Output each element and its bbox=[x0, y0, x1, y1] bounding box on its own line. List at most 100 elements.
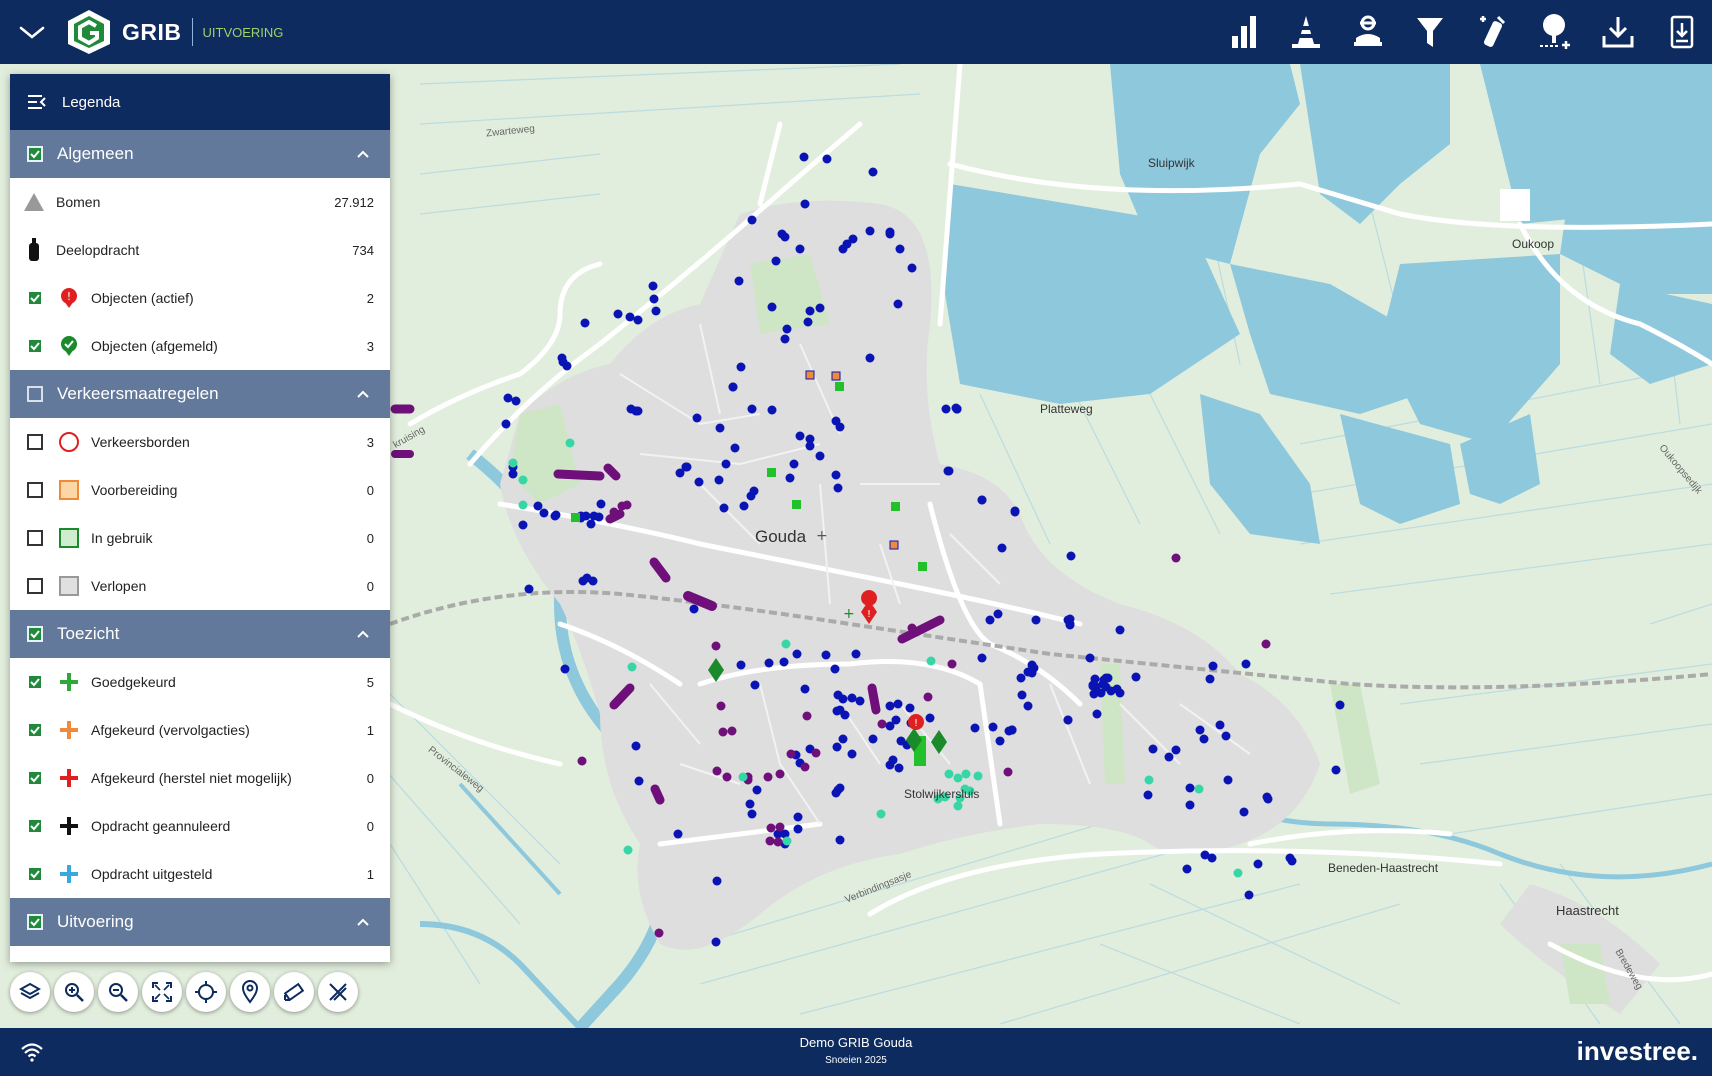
section-verkeer-checkbox[interactable] bbox=[27, 386, 43, 402]
project-title: Demo GRIB Gouda bbox=[799, 1035, 913, 1050]
legend-row-verkeersborden[interactable]: Verkeersborden 3 bbox=[10, 418, 390, 466]
legend-title: Legenda bbox=[62, 93, 121, 111]
legend-label: Voorbereiding bbox=[91, 482, 178, 498]
voorbereiding-checkbox[interactable] bbox=[27, 482, 43, 498]
legend-label: Bomen bbox=[56, 194, 101, 210]
legend-label: Deelopdracht bbox=[56, 242, 140, 258]
draw-icon bbox=[329, 983, 347, 1001]
section-toezicht-checkbox[interactable] bbox=[27, 626, 43, 642]
legend-count: 1 bbox=[366, 866, 374, 882]
section-toezicht-label: Toezicht bbox=[57, 624, 120, 643]
legend-count: 0 bbox=[366, 818, 374, 834]
legend-row-goedgekeurd[interactable]: Goedgekeurd 5 bbox=[10, 658, 390, 706]
layers-button[interactable] bbox=[10, 972, 50, 1012]
zoom-in-icon bbox=[65, 983, 84, 1002]
brand-divider bbox=[191, 18, 193, 46]
section-uitvoering[interactable]: Uitvoering bbox=[10, 898, 390, 946]
measure-button[interactable] bbox=[274, 972, 314, 1012]
legend-label: Objecten (actief) bbox=[91, 290, 194, 306]
place-beneden-haastrecht: Beneden-Haastrecht bbox=[1328, 861, 1439, 875]
layers-icon bbox=[19, 982, 41, 1000]
legend-row-afgekeurd-vervolg[interactable]: Afgekeurd (vervolgacties) 1 bbox=[10, 706, 390, 754]
chevron-up-icon[interactable] bbox=[356, 144, 370, 164]
verlopen-checkbox[interactable] bbox=[27, 578, 43, 594]
afgekeurd-vervolg-checkbox[interactable] bbox=[27, 722, 43, 738]
locate-button[interactable] bbox=[186, 972, 226, 1012]
pin-button[interactable] bbox=[230, 972, 270, 1012]
geannuleerd-checkbox[interactable] bbox=[27, 818, 43, 834]
legend-row-afgekeurd-herstel[interactable]: Afgekeurd (herstel niet mogelijk) 0 bbox=[10, 754, 390, 802]
section-toezicht[interactable]: Toezicht bbox=[10, 610, 390, 658]
legend-label: Opdracht geannuleerd bbox=[91, 818, 231, 834]
legend-label: Goedgekeurd bbox=[91, 674, 176, 690]
worker-icon[interactable] bbox=[1346, 10, 1390, 54]
chevron-up-icon[interactable] bbox=[356, 624, 370, 644]
svg-text:+: + bbox=[843, 606, 855, 622]
zoom-in-button[interactable] bbox=[54, 972, 94, 1012]
chevron-up-icon[interactable] bbox=[356, 384, 370, 404]
app-logo: GRIB UITVOERING bbox=[66, 8, 283, 56]
legend-row-voorbereiding[interactable]: Voorbereiding 0 bbox=[10, 466, 390, 514]
blue-plus-icon bbox=[57, 862, 81, 886]
bar-chart-icon[interactable] bbox=[1222, 10, 1266, 54]
traffic-sign-icon bbox=[57, 430, 81, 454]
section-algemeen-checkbox[interactable] bbox=[27, 146, 43, 162]
legend-count: 3 bbox=[366, 434, 374, 450]
legend-label: Verlopen bbox=[91, 578, 147, 594]
section-verkeersmaatregelen[interactable]: Verkeersmaatregelen bbox=[10, 370, 390, 418]
fullscreen-button[interactable] bbox=[142, 972, 182, 1012]
zoom-out-button[interactable] bbox=[98, 972, 138, 1012]
section-algemeen[interactable]: Algemeen bbox=[10, 130, 390, 178]
legend-row-deelopdracht: Deelopdracht 734 bbox=[10, 226, 390, 274]
draw-button[interactable] bbox=[318, 972, 358, 1012]
fullscreen-icon bbox=[152, 982, 172, 1002]
legend-count: 2 bbox=[366, 290, 374, 306]
legend-row-in-gebruik[interactable]: In gebruik 0 bbox=[10, 514, 390, 562]
verkeersborden-checkbox[interactable] bbox=[27, 434, 43, 450]
legend-label: Objecten (afgemeld) bbox=[91, 338, 218, 354]
object-active-marker-2[interactable]: ! bbox=[908, 714, 924, 730]
legend-row-uitgesteld[interactable]: Opdracht uitgesteld 1 bbox=[10, 850, 390, 898]
legend-count: 27.912 bbox=[334, 194, 374, 210]
investree-logo: investree. bbox=[1576, 1036, 1698, 1066]
place-platteweg: Platteweg bbox=[1040, 402, 1093, 416]
legend-count: 0 bbox=[366, 578, 374, 594]
uitgesteld-checkbox[interactable] bbox=[27, 866, 43, 882]
legend-row-verlopen[interactable]: Verlopen 0 bbox=[10, 562, 390, 610]
export-icon[interactable] bbox=[1660, 10, 1704, 54]
zoom-out-icon bbox=[109, 983, 128, 1002]
collapse-menu-icon[interactable] bbox=[26, 93, 48, 111]
chevron-down-icon[interactable] bbox=[14, 18, 50, 46]
legend-row-objecten-afgemeld[interactable]: Objecten (afgemeld) 3 bbox=[10, 322, 390, 370]
svg-text:+: + bbox=[816, 528, 828, 544]
legend-label: Verkeersborden bbox=[91, 434, 190, 450]
legend-row-objecten-actief[interactable]: ! Objecten (actief) 2 bbox=[10, 274, 390, 322]
traffic-cone-icon[interactable] bbox=[1284, 10, 1328, 54]
download-icon[interactable] bbox=[1596, 10, 1640, 54]
filter-icon[interactable] bbox=[1408, 10, 1452, 54]
tree-pruning-icon[interactable] bbox=[1470, 10, 1514, 54]
chevron-up-icon[interactable] bbox=[356, 912, 370, 932]
legend-header[interactable]: Legenda bbox=[10, 74, 390, 130]
section-uitvoering-checkbox[interactable] bbox=[27, 914, 43, 930]
orange-plus-icon bbox=[57, 718, 81, 742]
legend-count: 0 bbox=[366, 530, 374, 546]
svg-text:!: ! bbox=[67, 290, 71, 303]
svg-text:!: ! bbox=[914, 718, 918, 729]
tree-select-icon[interactable] bbox=[1532, 10, 1576, 54]
legend-row-geannuleerd[interactable]: Opdracht geannuleerd 0 bbox=[10, 802, 390, 850]
objecten-afgemeld-checkbox[interactable] bbox=[27, 338, 43, 354]
in-gebruik-checkbox[interactable] bbox=[27, 530, 43, 546]
section-uitvoering-label: Uitvoering bbox=[57, 912, 134, 931]
legend-count: 5 bbox=[366, 674, 374, 690]
place-haastrecht: Haastrecht bbox=[1556, 903, 1619, 918]
green-square-icon bbox=[57, 526, 81, 550]
work-order-icon bbox=[22, 238, 46, 262]
goedgekeurd-checkbox[interactable] bbox=[27, 674, 43, 690]
project-subtitle: Snoeien 2025 bbox=[825, 1055, 887, 1066]
red-plus-icon bbox=[57, 766, 81, 790]
objecten-actief-checkbox[interactable] bbox=[27, 290, 43, 306]
tree-triangle-icon bbox=[22, 190, 46, 214]
section-algemeen-label: Algemeen bbox=[57, 144, 134, 163]
afgekeurd-herstel-checkbox[interactable] bbox=[27, 770, 43, 786]
